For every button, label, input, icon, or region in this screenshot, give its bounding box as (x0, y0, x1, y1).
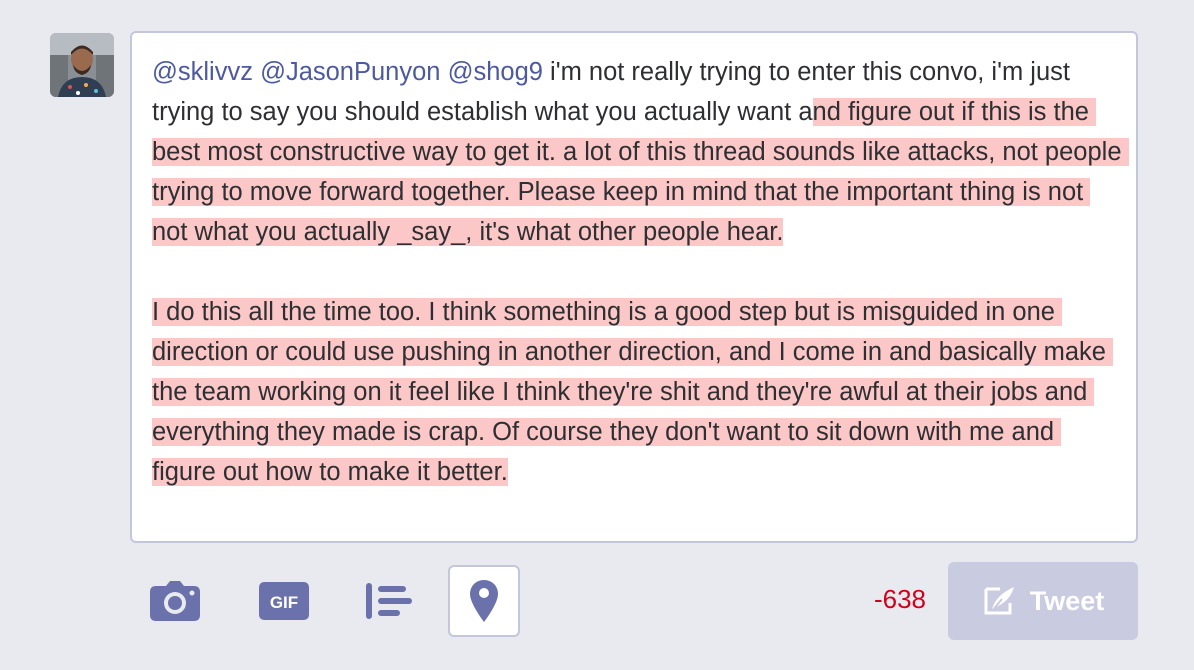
tweet-text[interactable]: @sklivvz @JasonPunyon @shog9 i'm not rea… (152, 52, 1129, 492)
tweet-button-label: Tweet (1029, 585, 1105, 616)
character-counter: -638 (873, 584, 926, 614)
mention[interactable]: @sklivvz (152, 58, 253, 86)
mention[interactable]: @shog9 (448, 58, 543, 86)
feather-pen-icon (984, 587, 1014, 615)
tweet-button[interactable]: Tweet (948, 562, 1138, 640)
gif-icon[interactable]: GIF (248, 565, 320, 637)
tweet-compose-box[interactable]: @sklivvz @JasonPunyon @shog9 i'm not rea… (130, 31, 1138, 543)
camera-icon[interactable] (139, 565, 211, 637)
mention[interactable]: @JasonPunyon (260, 58, 440, 86)
gif-label: GIF (270, 593, 298, 612)
poll-icon[interactable] (353, 565, 425, 637)
text-over-limit: nd figure out if this is the best most c… (152, 98, 1129, 486)
location-pin-icon[interactable] (448, 565, 520, 637)
user-avatar (50, 33, 114, 97)
